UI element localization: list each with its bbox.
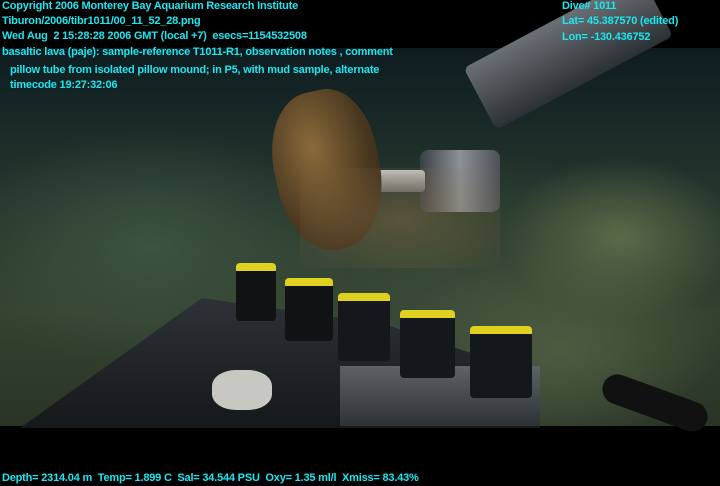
push-core xyxy=(236,263,276,321)
annotation-line-2: pillow tube from isolated pillow mound; … xyxy=(10,64,380,76)
push-core xyxy=(470,326,532,398)
underwater-scene xyxy=(0,0,720,436)
push-core xyxy=(285,278,333,341)
push-core xyxy=(338,293,390,361)
mud-sample-bag xyxy=(212,370,272,410)
annotation-line-1: basaltic lava (paje): sample-reference T… xyxy=(2,46,393,58)
video-frame: Copyright 2006 Monterey Bay Aquarium Res… xyxy=(0,0,720,486)
dive-number: Dive# 1011 xyxy=(562,0,617,12)
file-path-text: Tiburon/2006/tibr1011/00_11_52_28.png xyxy=(2,15,201,27)
annotation-line-3: timecode 19:27:32:06 xyxy=(10,79,118,91)
longitude: Lon= -130.436752 xyxy=(562,31,651,43)
push-core xyxy=(400,310,455,378)
sediment-cloud xyxy=(300,168,500,268)
copyright-text: Copyright 2006 Monterey Bay Aquarium Res… xyxy=(2,0,299,12)
sensor-readout: Depth= 2314.04 m Temp= 1.899 C Sal= 34.5… xyxy=(2,472,419,484)
latitude: Lat= 45.387570 (edited) xyxy=(562,15,679,27)
datetime-text: Wed Aug 2 15:28:28 2006 GMT (local +7) e… xyxy=(2,30,307,42)
hose xyxy=(598,370,712,436)
